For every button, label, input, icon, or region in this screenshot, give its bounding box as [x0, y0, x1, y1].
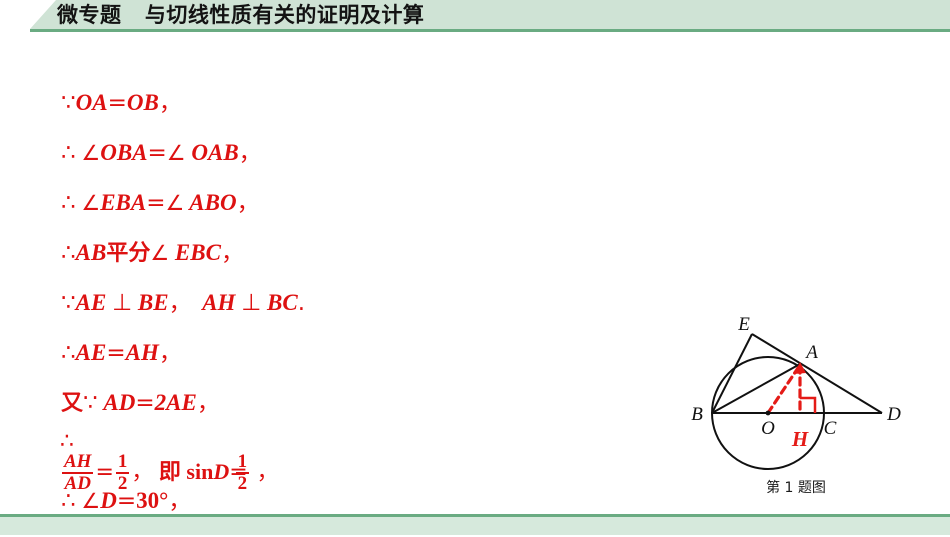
period: .: [297, 290, 305, 316]
therefore-symbol: ∴: [61, 190, 76, 216]
comma: ，: [238, 140, 262, 166]
comma: ，: [236, 190, 260, 216]
term-oab: OAB: [191, 140, 239, 165]
term-ob: OB: [126, 90, 159, 115]
term-ab: AB: [75, 240, 107, 265]
perpendicular-symbol: ⊥: [241, 290, 262, 316]
comma: ，: [220, 240, 244, 266]
angle-value: 30°: [136, 488, 169, 513]
term-eba: EBA: [100, 190, 147, 215]
page-header: 微专题 与切线性质有关的证明及计算: [0, 0, 950, 32]
header-underline: [30, 29, 950, 32]
term-oa: OA: [75, 90, 108, 115]
equals-symbol: =: [107, 90, 127, 116]
angle-symbol: ∠: [165, 191, 185, 215]
because-symbol: ∵: [61, 90, 76, 116]
equals-symbol: =: [106, 340, 126, 366]
comma: ，: [158, 90, 182, 116]
angle-symbol: ∠: [150, 241, 170, 265]
label-a: A: [804, 342, 818, 363]
equals-symbol: =: [147, 140, 167, 166]
equals-symbol: =: [116, 488, 137, 514]
figure-caption: 第 1 题图: [766, 480, 826, 496]
comma: ，: [158, 340, 182, 366]
angle-symbol: ∠: [81, 191, 101, 215]
geometry-figure: E A B O C D H 第 1 题图: [684, 312, 908, 507]
term-ae: AE: [75, 340, 107, 365]
label-h: H: [791, 427, 809, 451]
angle-symbol: ∠: [81, 141, 101, 165]
therefore-symbol: ∴: [61, 240, 76, 266]
comma: ，: [168, 488, 192, 514]
therefore-symbol: ∴: [61, 488, 76, 514]
term-be: BE: [137, 290, 169, 315]
term-ah: AH: [125, 340, 159, 365]
figure-drawing: E A B O C D H: [691, 314, 901, 470]
perpendicular-symbol: ⊥: [112, 290, 133, 316]
therefore-symbol: ∴: [61, 140, 76, 166]
footer-band: [0, 517, 950, 535]
comma: ，: [168, 290, 192, 316]
right-angle-marker: [800, 396, 817, 413]
angle-symbol: ∠: [166, 141, 186, 165]
comma: ，: [256, 459, 279, 485]
bisects-text: 平分: [106, 241, 151, 266]
term-ae: AE: [75, 290, 107, 315]
dashed-radius-oa: [766, 366, 800, 415]
fraction-denominator: 2: [235, 471, 250, 494]
angle-symbol: ∠: [81, 489, 101, 513]
label-d: D: [886, 404, 901, 425]
because-symbol: ∵: [61, 290, 76, 316]
label-e: E: [737, 314, 750, 335]
term-oba: OBA: [100, 140, 148, 165]
page-title: 微专题 与切线性质有关的证明及计算: [57, 3, 425, 27]
fraction-numerator: 1: [237, 451, 248, 472]
term-ebc: EBC: [174, 240, 221, 265]
variable-d: D: [100, 488, 117, 513]
center-point-dot: [765, 410, 771, 416]
term-abo: ABO: [189, 190, 237, 215]
label-c: C: [824, 418, 837, 439]
equals-symbol: =: [146, 190, 166, 216]
therefore-symbol: ∴: [61, 340, 76, 366]
label-b: B: [691, 404, 703, 425]
term-ah: AH: [202, 290, 236, 315]
fraction-one-half-2: 12: [235, 451, 250, 494]
variable-d: D: [213, 458, 230, 484]
page-footer: [0, 514, 950, 535]
label-o: O: [761, 418, 775, 439]
term-bc: BC: [267, 290, 298, 315]
